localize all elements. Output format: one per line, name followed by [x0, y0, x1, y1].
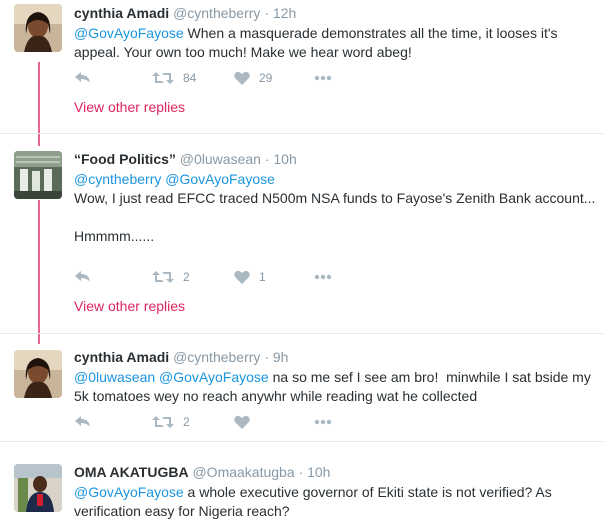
user-handle[interactable]: @cyntheberry	[173, 5, 260, 21]
avatar[interactable]	[14, 464, 62, 512]
display-name[interactable]: cynthia Amadi	[74, 5, 169, 21]
user-handle[interactable]: @Omaakatugba	[192, 464, 294, 480]
view-other-replies-link[interactable]: View other replies	[74, 99, 185, 115]
tweet-text: @GovAyoFayose When a masquerade demonstr…	[74, 24, 597, 62]
display-name[interactable]: OMA AKATUGBA	[74, 464, 189, 480]
like-icon	[234, 71, 250, 85]
tweet-body: Wow, I just read EFCC traced N500m NSA f…	[74, 190, 596, 244]
like-button[interactable]: 1	[234, 267, 266, 287]
separator-dot: ·	[264, 349, 269, 365]
like-button[interactable]	[234, 412, 250, 432]
retweet-button[interactable]: 2	[152, 267, 190, 287]
reply-button[interactable]	[74, 412, 92, 432]
separator-dot: ·	[264, 5, 269, 21]
divider	[0, 441, 605, 442]
retweet-icon	[152, 71, 174, 85]
more-icon	[314, 75, 332, 81]
timestamp[interactable]: 10h	[273, 151, 296, 167]
mention-link[interactable]: @0luwasean @GovAyoFayose	[74, 369, 269, 385]
tweet-actions: 84 29	[74, 68, 354, 88]
tweet-header: cynthia Amadi @cyntheberry · 12h	[74, 4, 597, 22]
tweet-text: @GovAyoFayose a whole executive governor…	[74, 483, 597, 521]
like-count: 29	[259, 71, 273, 85]
reply-button[interactable]	[74, 267, 92, 287]
retweet-count: 2	[183, 415, 190, 429]
retweet-icon	[152, 270, 174, 284]
retweet-button[interactable]: 2	[152, 412, 190, 432]
tweet-header: cynthia Amadi @cyntheberry · 9h	[74, 348, 597, 366]
more-button[interactable]	[314, 68, 332, 88]
thread-connector	[38, 200, 40, 344]
retweet-count: 84	[183, 71, 197, 85]
tweet-text: @0luwasean @GovAyoFayose na so me sef I …	[74, 368, 597, 406]
reply-icon	[74, 270, 92, 284]
user-handle[interactable]: @cyntheberry	[173, 349, 260, 365]
tweet-header: “Food Politics” @0luwasean · 10h	[74, 150, 597, 168]
mention-link[interactable]: @cyntheberry @GovAyoFayose	[74, 170, 597, 189]
divider	[0, 133, 605, 134]
tweet-header: OMA AKATUGBA @Omaakatugba · 10h	[74, 463, 597, 481]
timestamp[interactable]: 9h	[273, 349, 289, 365]
more-icon	[314, 274, 332, 280]
timestamp[interactable]: 10h	[307, 464, 330, 480]
retweet-button[interactable]: 84	[152, 68, 196, 88]
retweet-count: 2	[183, 270, 190, 284]
avatar[interactable]	[14, 350, 62, 398]
like-button[interactable]: 29	[234, 68, 272, 88]
reply-button[interactable]	[74, 68, 92, 88]
like-icon	[234, 270, 250, 284]
view-other-replies-link[interactable]: View other replies	[74, 298, 185, 314]
display-name[interactable]: cynthia Amadi	[74, 349, 169, 365]
display-name[interactable]: “Food Politics”	[74, 151, 176, 167]
tweet-text: @cyntheberry @GovAyoFayose Wow, I just re…	[74, 170, 597, 246]
like-count: 1	[259, 270, 266, 284]
like-icon	[234, 415, 250, 429]
separator-dot: ·	[264, 151, 270, 167]
mention-link[interactable]: @GovAyoFayose	[74, 25, 184, 41]
divider	[0, 333, 605, 334]
avatar[interactable]	[14, 151, 62, 199]
avatar[interactable]	[14, 4, 62, 52]
more-button[interactable]	[314, 267, 332, 287]
user-handle[interactable]: @0luwasean	[180, 151, 261, 167]
tweet-actions: 2 1	[74, 267, 354, 287]
separator-dot: ·	[298, 464, 304, 480]
reply-icon	[74, 71, 92, 85]
tweet-actions: 2	[74, 412, 354, 432]
mention-link[interactable]: @GovAyoFayose	[74, 484, 184, 500]
timestamp[interactable]: 12h	[273, 5, 296, 21]
reply-icon	[74, 415, 92, 429]
retweet-icon	[152, 415, 174, 429]
more-icon	[314, 419, 332, 425]
more-button[interactable]	[314, 412, 332, 432]
